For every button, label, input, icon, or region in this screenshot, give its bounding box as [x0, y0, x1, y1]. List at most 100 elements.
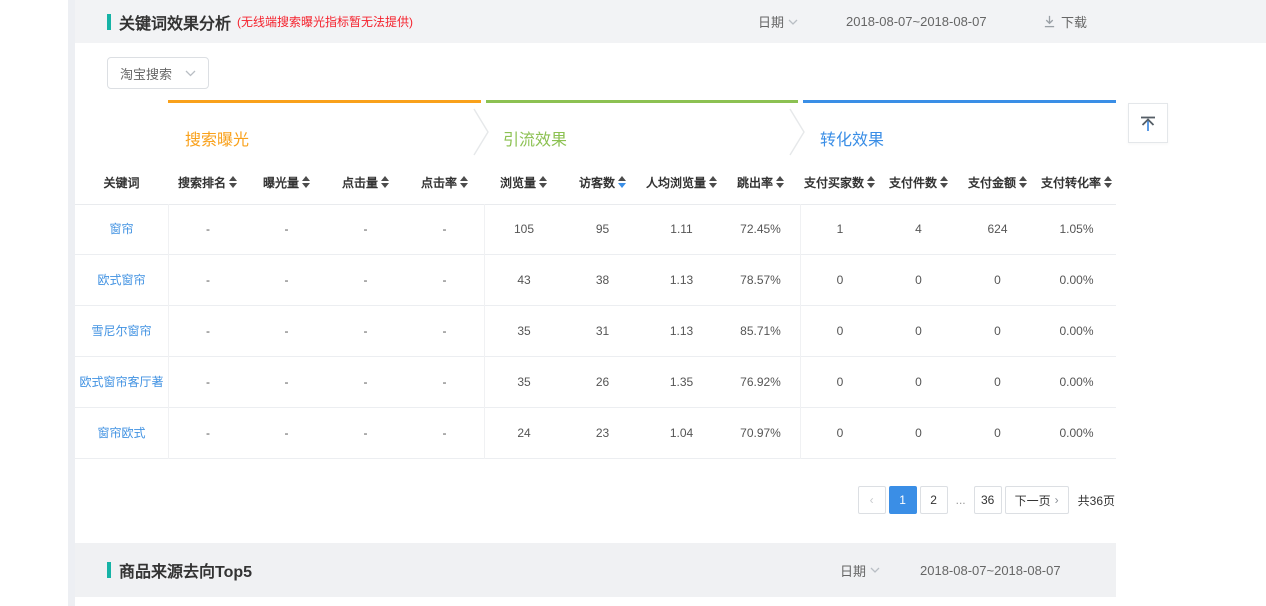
- keyword-link[interactable]: 欧式窗帘: [75, 255, 168, 306]
- table-cell: 0.00%: [1037, 306, 1116, 357]
- column-header[interactable]: 支付金额: [958, 174, 1037, 191]
- column-header[interactable]: 搜索排名: [168, 174, 247, 191]
- sort-icon[interactable]: [709, 176, 717, 188]
- date-filter-dropdown[interactable]: 日期: [840, 543, 880, 597]
- table-cell: 105: [484, 204, 563, 255]
- group-separator-chevron-icon: [789, 108, 806, 156]
- sort-icon[interactable]: [539, 176, 547, 188]
- sort-icon[interactable]: [776, 176, 784, 188]
- date-filter-label: 日期: [840, 561, 866, 580]
- sort-icon[interactable]: [1019, 176, 1027, 188]
- keyword-link[interactable]: 窗帘: [75, 204, 168, 255]
- title-accent-bar: [107, 562, 111, 578]
- sort-icon[interactable]: [867, 176, 875, 188]
- table-cell: -: [326, 408, 405, 459]
- table-cell: 76.92%: [721, 357, 800, 408]
- page-title: 关键词效果分析: [119, 10, 231, 34]
- page-button-2[interactable]: 2: [920, 486, 948, 514]
- table-header-row: 关键词 搜索排名 曝光量 点击量 点击率 浏览量 访客数 人均浏览量 跳出率 支…: [75, 160, 1116, 205]
- table-cell: 43: [484, 255, 563, 306]
- keyword-link[interactable]: 欧式窗帘客厅著: [75, 357, 168, 408]
- table-cell: 31: [563, 306, 642, 357]
- section-title: 商品来源去向Top5: [119, 558, 252, 582]
- next-page-chevron-icon: ›: [1055, 493, 1059, 507]
- table-cell: 0: [958, 408, 1037, 459]
- column-header[interactable]: 曝光量: [247, 174, 326, 191]
- column-header[interactable]: 浏览量: [484, 174, 563, 191]
- column-header[interactable]: 支付转化率: [1037, 174, 1116, 191]
- keyword-analysis-header: 关键词效果分析 (无线端搜索曝光指标暂无法提供) 日期 2018-08-07~2…: [75, 0, 1266, 43]
- group-title-conversion-effect: 转化效果: [820, 126, 884, 150]
- sort-icon[interactable]: [381, 176, 389, 188]
- table-cell: 0: [879, 408, 958, 459]
- column-header[interactable]: 人均浏览量: [642, 174, 721, 191]
- table-cell: 35: [484, 357, 563, 408]
- back-to-top-button[interactable]: [1128, 103, 1168, 143]
- table-cell: 1.13: [642, 255, 721, 306]
- sort-icon[interactable]: [940, 176, 948, 188]
- channel-select[interactable]: 淘宝搜索: [107, 57, 209, 89]
- section-title-wrap: 商品来源去向Top5: [107, 543, 252, 597]
- title-accent-bar: [107, 14, 111, 30]
- table-cell: 624: [958, 204, 1037, 255]
- date-filter-label: 日期: [758, 12, 784, 31]
- table-row: 窗帘欧式 - - - - 24 23 1.04 70.97% 0 0 0 0.0…: [75, 408, 1116, 459]
- table-cell: -: [247, 255, 326, 306]
- chevron-down-icon: [788, 19, 798, 25]
- table-cell: -: [247, 204, 326, 255]
- keyword-link[interactable]: 窗帘欧式: [75, 408, 168, 459]
- keyword-link[interactable]: 雪尼尔窗帘: [75, 306, 168, 357]
- table-row: 雪尼尔窗帘 - - - - 35 31 1.13 85.71% 0 0 0 0.…: [75, 306, 1116, 357]
- channel-select-value: 淘宝搜索: [120, 64, 172, 83]
- date-range-value: 2018-08-07~2018-08-07: [846, 0, 987, 43]
- table-cell: -: [326, 255, 405, 306]
- chevron-down-icon: [185, 70, 196, 77]
- column-header[interactable]: 点击率: [405, 174, 484, 191]
- sort-icon[interactable]: [1104, 176, 1112, 188]
- table-cell: -: [405, 357, 484, 408]
- keyword-table-panel: 淘宝搜索 搜索曝光 引流效果 转化效果 关键词 搜索排名 曝光量 点击量 点击率…: [75, 43, 1116, 543]
- table-cell: 0: [800, 357, 879, 408]
- group-title-search-exposure: 搜索曝光: [185, 126, 249, 150]
- table-cell: 1.35: [642, 357, 721, 408]
- table-cell: 0: [800, 306, 879, 357]
- table-cell: 0: [879, 357, 958, 408]
- table-cell: 1.04: [642, 408, 721, 459]
- table-cell: -: [168, 408, 247, 459]
- table-cell: 0.00%: [1037, 357, 1116, 408]
- table-cell: 0.00%: [1037, 408, 1116, 459]
- page-gutter: [68, 0, 75, 606]
- table-cell: 1.05%: [1037, 204, 1116, 255]
- column-header-sorted[interactable]: 访客数: [563, 174, 642, 191]
- sort-icon[interactable]: [302, 176, 310, 188]
- column-header[interactable]: 点击量: [326, 174, 405, 191]
- column-header[interactable]: 支付买家数: [800, 174, 879, 191]
- table-cell: 78.57%: [721, 255, 800, 306]
- sort-icon[interactable]: [229, 176, 237, 188]
- table-cell: -: [168, 306, 247, 357]
- table-cell: 0: [800, 408, 879, 459]
- date-range-value: 2018-08-07~2018-08-07: [920, 543, 1061, 597]
- column-header[interactable]: 跳出率: [721, 174, 800, 191]
- pagination-ellipsis: ...: [951, 493, 971, 507]
- download-button[interactable]: 下载: [1043, 0, 1087, 43]
- page-button-36[interactable]: 36: [974, 486, 1002, 514]
- sort-icon-active[interactable]: [618, 176, 626, 188]
- table-cell: -: [405, 408, 484, 459]
- chevron-down-icon: [870, 567, 880, 573]
- table-cell: -: [247, 357, 326, 408]
- table-cell: -: [405, 204, 484, 255]
- column-header[interactable]: 支付件数: [879, 174, 958, 191]
- table-cell: 70.97%: [721, 408, 800, 459]
- table-cell: -: [326, 306, 405, 357]
- table-row: 欧式窗帘 - - - - 43 38 1.13 78.57% 0 0 0 0.0…: [75, 255, 1116, 306]
- next-page-button[interactable]: 下一页 ›: [1005, 486, 1069, 514]
- prev-page-button[interactable]: ‹: [858, 486, 886, 514]
- table-cell: 23: [563, 408, 642, 459]
- table-cell: 0: [879, 306, 958, 357]
- sort-icon[interactable]: [460, 176, 468, 188]
- table-cell: 1.11: [642, 204, 721, 255]
- table-cell: 1.13: [642, 306, 721, 357]
- date-filter-dropdown[interactable]: 日期: [758, 0, 798, 43]
- page-button-1[interactable]: 1: [889, 486, 917, 514]
